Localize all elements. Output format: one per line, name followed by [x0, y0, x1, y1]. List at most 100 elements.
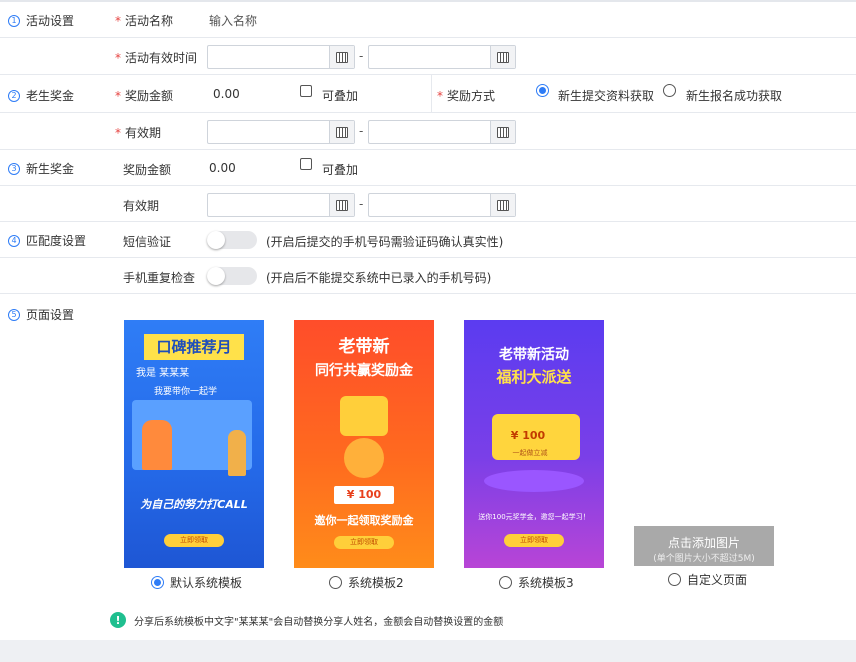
template-footer: 邀你一起领取奖励金 — [314, 514, 414, 527]
step-number-icon: 3 — [8, 162, 20, 175]
template-title: 口碑推荐月 — [144, 334, 244, 360]
old-validity-start-input[interactable] — [207, 120, 355, 144]
calendar-icon[interactable] — [329, 121, 354, 143]
new-validity-label: 有效期 — [123, 199, 160, 213]
template-option-2[interactable]: 系统模板2 — [329, 574, 404, 591]
template-cta: 立即领取 — [164, 534, 224, 547]
template-cta: 立即领取 — [504, 534, 564, 547]
template-radio[interactable] — [151, 576, 164, 589]
dup-check-label: 手机重复检查 — [123, 271, 196, 285]
column-divider — [431, 75, 432, 113]
calendar-icon[interactable] — [490, 121, 515, 143]
sms-hint: (开启后提交的手机号码需验证码确认真实性) — [266, 235, 504, 249]
template-3-preview[interactable]: 老带新活动 福利大派送 ¥ 100 一起做立减 送你100元奖学金，邀您一起学习… — [464, 320, 604, 568]
old-stackable-checkbox[interactable] — [300, 85, 312, 97]
old-amount-label: * 奖励金额 — [115, 89, 174, 103]
step-number-icon: 2 — [8, 89, 20, 102]
template-title2: 福利大派送 — [496, 368, 572, 386]
required-mark: * — [115, 89, 121, 103]
range-separator: - — [359, 197, 364, 211]
old-amount-value[interactable]: 0.00 — [213, 87, 240, 101]
new-stackable-checkbox[interactable] — [300, 158, 312, 170]
note-text: 分享后系统模板中文字"某某某"会自动替换分享人姓名，金额会自动替换设置的金额 — [134, 616, 504, 628]
method-option-submit: 新生提交资料获取 — [558, 89, 655, 103]
required-mark: * — [115, 14, 121, 28]
activity-end-date-input[interactable] — [368, 45, 516, 69]
activity-time-label: * 活动有效时间 — [115, 51, 198, 65]
template-title2: 同行共赢奖励金 — [315, 363, 413, 379]
dup-check-hint: (开启后不能提交系统中已录入的手机号码) — [266, 271, 492, 285]
new-validity-end-input[interactable] — [368, 193, 516, 217]
method-radio-enroll[interactable] — [663, 84, 676, 97]
template-radio[interactable] — [329, 576, 342, 589]
old-method-label: * 奖励方式 — [437, 89, 496, 103]
range-separator: - — [359, 124, 364, 138]
template-radio[interactable] — [499, 576, 512, 589]
upload-label: 点击添加图片 — [667, 536, 740, 550]
template-amount-sub: 一起做立减 — [512, 449, 548, 457]
template-name: 系统模板3 — [518, 576, 574, 590]
template-default-preview[interactable]: 口碑推荐月 我是 某某某 我要带你一起学 为自己的努力打CALL 立即领取 — [124, 320, 264, 568]
required-mark: * — [115, 126, 121, 140]
step-number-icon: 4 — [8, 234, 20, 247]
new-amount-value[interactable]: 0.00 — [209, 161, 236, 175]
row-old-validity: * 有效期 - — [0, 113, 856, 150]
red-envelope-illustration — [340, 396, 388, 436]
people-illustration — [344, 438, 384, 478]
template-radio[interactable] — [668, 573, 681, 586]
new-amount-label: 奖励金额 — [123, 163, 172, 177]
template-footer: 为自己的努力打CALL — [140, 498, 248, 511]
row-sms: 4 匹配度设置 短信验证 (开启后提交的手机号码需验证码确认真实性) — [0, 222, 856, 258]
template-name: 自定义页面 — [687, 573, 748, 587]
new-stackable-label: 可叠加 — [322, 163, 359, 177]
section-title: 页面设置 — [26, 308, 75, 322]
template-name: 默认系统模板 — [170, 576, 243, 590]
required-mark: * — [437, 89, 443, 103]
activity-name-label: * 活动名称 — [115, 14, 174, 28]
old-validity-end-input[interactable] — [368, 120, 516, 144]
row-new-validity: 有效期 - — [0, 186, 856, 222]
method-radio-submit[interactable] — [536, 84, 549, 97]
section-old-bonus: 2 老生奖金 — [8, 87, 74, 104]
row-new-bonus: 3 新生奖金 奖励金额 0.00 可叠加 — [0, 150, 856, 186]
dup-check-toggle[interactable] — [207, 267, 257, 285]
template-title1: 老带新活动 — [499, 347, 569, 363]
template-option-default[interactable]: 默认系统模板 — [151, 574, 242, 591]
required-mark: * — [115, 51, 121, 65]
calendar-icon[interactable] — [490, 194, 515, 216]
row-activity-name: 1 活动设置 * 活动名称 输入名称 — [0, 2, 856, 38]
info-note: ! 分享后系统模板中文字"某某某"会自动替换分享人姓名，金额会自动替换设置的金额 — [110, 612, 503, 628]
activity-name-input[interactable]: 输入名称 — [209, 12, 257, 29]
calendar-icon[interactable] — [490, 46, 515, 68]
section-new-bonus: 3 新生奖金 — [8, 160, 74, 177]
calendar-icon[interactable] — [329, 46, 354, 68]
template-option-3[interactable]: 系统模板3 — [499, 574, 574, 591]
template-line2: 我要带你一起学 — [154, 387, 218, 397]
section-page: 5 页面设置 — [8, 306, 74, 323]
template-title1: 老带新 — [338, 337, 390, 357]
person-illustration — [228, 430, 246, 476]
old-validity-label: * 有效期 — [115, 126, 162, 140]
upload-image-button[interactable]: 点击添加图片 (单个图片大小不超过5M) — [634, 526, 774, 566]
template-option-custom[interactable]: 自定义页面 — [668, 571, 747, 588]
row-dup-check: 手机重复检查 (开启后不能提交系统中已录入的手机号码) — [0, 258, 856, 294]
section-title: 老生奖金 — [26, 89, 75, 103]
template-amount: ¥ 100 — [334, 486, 394, 504]
calendar-icon[interactable] — [329, 194, 354, 216]
person-illustration — [142, 420, 172, 470]
stage-illustration — [484, 470, 584, 492]
exclamation-icon: ! — [110, 612, 126, 628]
template-2-preview[interactable]: 老带新 同行共赢奖励金 ¥ 100 邀你一起领取奖励金 立即领取 — [294, 320, 434, 568]
new-validity-start-input[interactable] — [207, 193, 355, 217]
sms-toggle[interactable] — [207, 231, 257, 249]
step-number-icon: 5 — [8, 308, 20, 321]
method-option-enroll: 新生报名成功获取 — [686, 89, 783, 103]
section-title: 活动设置 — [26, 14, 75, 28]
section-matching: 4 匹配度设置 — [8, 232, 86, 249]
section-title: 匹配度设置 — [26, 234, 87, 248]
template-name: 系统模板2 — [348, 576, 404, 590]
template-cta: 立即领取 — [334, 536, 394, 549]
activity-start-date-input[interactable] — [207, 45, 355, 69]
section-title: 新生奖金 — [26, 162, 75, 176]
sms-label: 短信验证 — [123, 235, 172, 249]
